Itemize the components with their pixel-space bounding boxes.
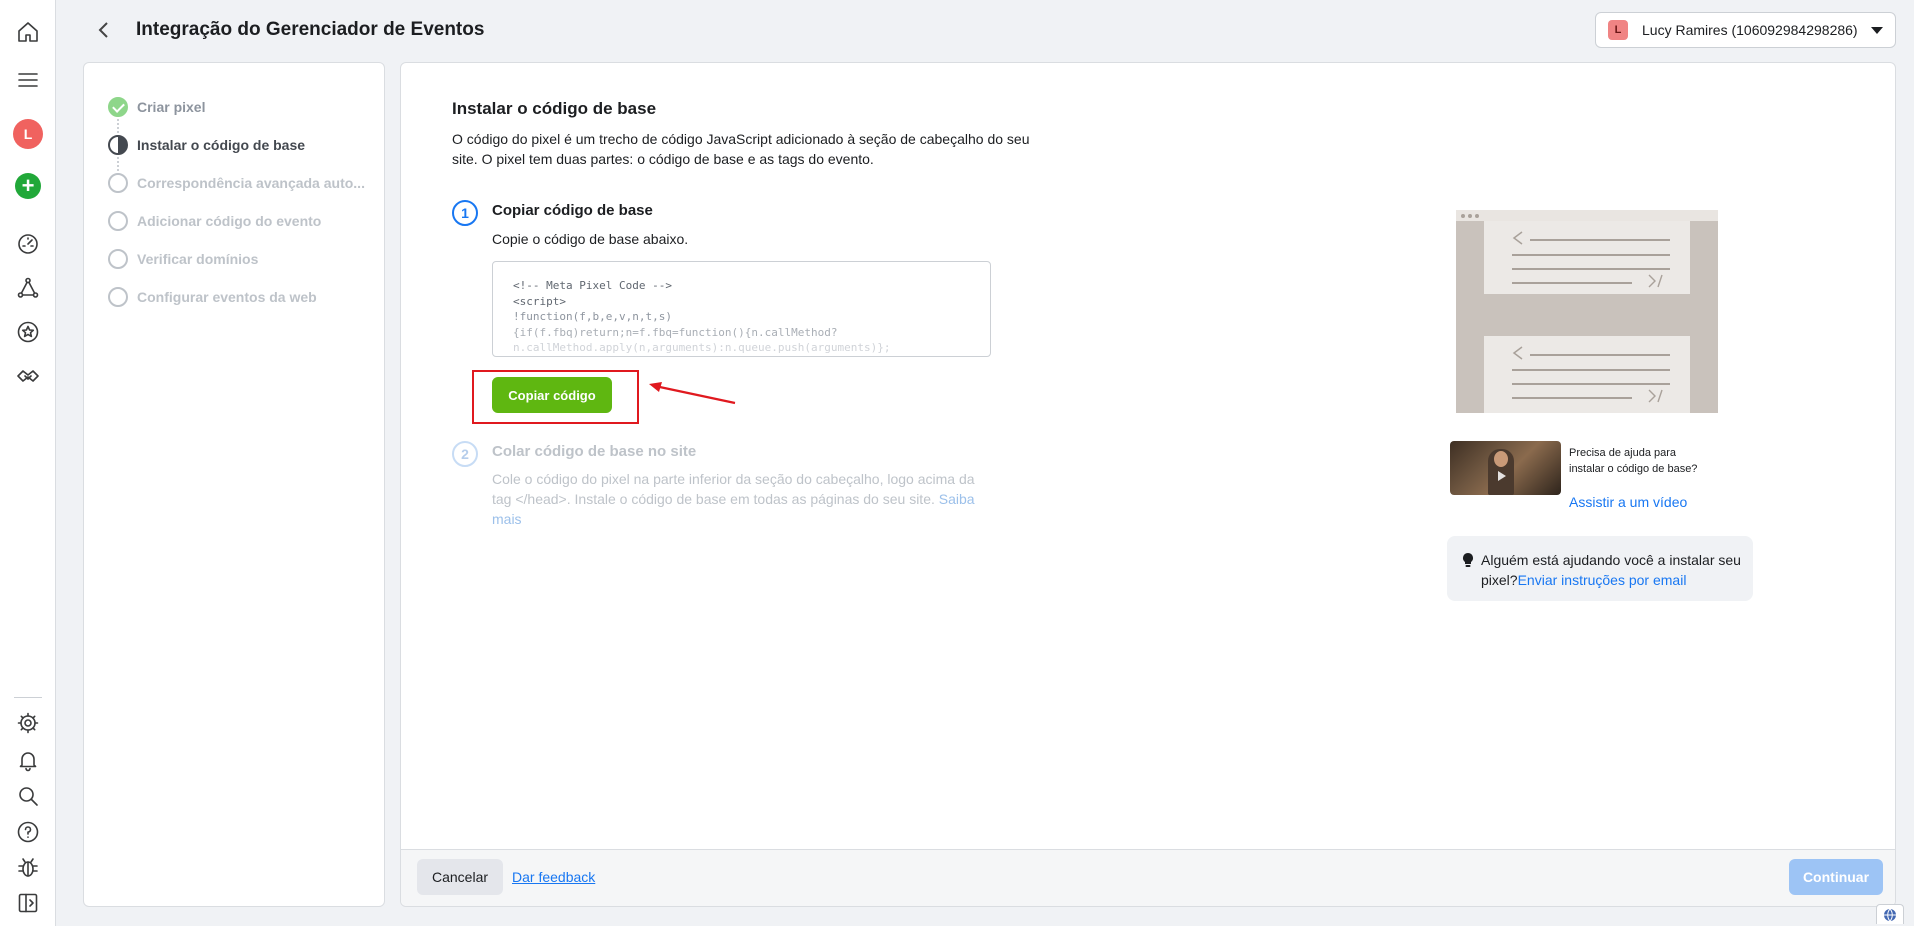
watch-video-link[interactable]: Assistir a um vídeo [1569, 494, 1687, 510]
rail-divider [14, 697, 42, 698]
copy-code-button[interactable]: Copiar código [492, 377, 612, 413]
step2-description-text: Cole o código do pixel na parte inferior… [492, 471, 975, 507]
play-icon [1498, 471, 1506, 481]
cancel-button[interactable]: Cancelar [417, 859, 503, 895]
network-icon[interactable] [10, 270, 46, 306]
chevron-left-icon [1512, 346, 1523, 360]
section-title: Instalar o código de base [452, 99, 657, 118]
chevron-left-icon [98, 22, 108, 38]
step-instalar-codigo[interactable]: Instalar o código de base [108, 135, 305, 155]
globe-icon [1884, 908, 1896, 922]
sidebar-toggle-icon[interactable] [10, 885, 46, 921]
code-line: {if(f.fbq)return;n=f.fbq=function(){n.ca… [513, 325, 838, 339]
step-connector [117, 119, 119, 133]
code-close-tag-icon [1648, 274, 1670, 288]
step1-subtitle: Copie o código de base abaixo. [492, 231, 689, 247]
empty-circle-icon [108, 249, 128, 269]
video-help-text: Precisa de ajuda para instalar o código … [1569, 447, 1698, 475]
code-line: <script> [513, 294, 566, 308]
step1-title: Copiar código de base [492, 202, 653, 219]
step-label: Instalar o código de base [137, 137, 306, 153]
step-label: Verificar domínios [137, 251, 259, 267]
main-panel: Instalar o código de base O código do pi… [400, 62, 1896, 907]
gear-icon[interactable] [10, 705, 46, 741]
handshake-icon[interactable] [10, 358, 46, 394]
feedback-link[interactable]: Dar feedback [512, 869, 595, 885]
account-avatar: L [1608, 20, 1628, 40]
avatar[interactable]: L [10, 116, 46, 152]
add-icon[interactable]: + [10, 168, 46, 204]
bell-icon[interactable] [10, 742, 46, 778]
help-icon[interactable] [10, 814, 46, 850]
left-nav-rail: L + [0, 0, 56, 926]
search-icon[interactable] [10, 778, 46, 814]
browser-bar [1456, 210, 1718, 221]
section-description: O código do pixel é um trecho de código … [452, 131, 1030, 167]
steps-panel: Criar pixel Instalar o código de base Co… [83, 62, 385, 907]
step-label: Correspondência avançada auto... [137, 175, 365, 191]
step-connector [117, 157, 119, 171]
code-close-tag-icon [1648, 389, 1663, 403]
send-instructions-link[interactable]: Enviar instruções por email [1518, 572, 1687, 588]
star-icon[interactable] [10, 314, 46, 350]
step-adicionar-evento[interactable]: Adicionar código do evento [108, 211, 321, 231]
step2-description: Cole o código do pixel na parte inferior… [492, 469, 992, 529]
account-name: Lucy Ramires (106092984298286) [1642, 22, 1858, 38]
code-line: !function(f,b,e,v,n,t,s) [513, 310, 672, 323]
lightbulb-icon [1463, 553, 1473, 567]
video-thumbnail[interactable] [1450, 441, 1561, 495]
back-button[interactable] [90, 16, 118, 44]
page-title: Integração do Gerenciador de Eventos [136, 19, 485, 40]
code-placement-illustration [1456, 210, 1718, 413]
code-line: <!-- Meta Pixel Code --> [513, 279, 672, 292]
help-text: Alguém está ajudando você a instalar seu… [1481, 550, 1741, 601]
base-code-box[interactable]: <!-- Meta Pixel Code --> <script> !functio… [492, 261, 991, 357]
chevron-left-icon [1512, 231, 1523, 245]
dashboard-icon[interactable] [10, 226, 46, 262]
empty-circle-icon [108, 173, 128, 193]
caret-down-icon [1871, 26, 1883, 34]
check-icon [108, 97, 128, 117]
continue-button[interactable]: Continuar [1789, 859, 1883, 895]
code-card-top [1484, 221, 1690, 294]
step-label: Adicionar código do evento [137, 213, 322, 229]
empty-circle-icon [108, 211, 128, 231]
step2-title: Colar código de base no site [492, 443, 697, 460]
footer-bar: Cancelar Dar feedback Continuar [401, 849, 1895, 906]
step-configurar-eventos[interactable]: Configurar eventos da web [108, 287, 317, 307]
empty-circle-icon [108, 287, 128, 307]
account-selector[interactable]: L Lucy Ramires (106092984298286) [1595, 12, 1896, 48]
page-header: Integração do Gerenciador de Eventos L L… [56, 0, 1914, 62]
code-card-bottom [1484, 336, 1690, 413]
annotation-arrow-icon [649, 382, 736, 405]
step-label: Configurar eventos da web [137, 289, 317, 305]
step-label: Criar pixel [137, 99, 206, 115]
step-number-1: 1 [452, 200, 478, 226]
step-criar-pixel[interactable]: Criar pixel [108, 97, 205, 117]
step-number-2: 2 [452, 441, 478, 467]
step-verificar-dominios[interactable]: Verificar domínios [108, 249, 258, 269]
code-line: n.callMethod.apply(n,arguments):n.queue.… [513, 341, 891, 354]
language-globe-button[interactable] [1876, 904, 1904, 924]
help-box: Alguém está ajudando você a instalar seu… [1447, 536, 1753, 601]
progress-half-icon [108, 135, 128, 155]
bug-icon[interactable] [10, 850, 46, 886]
menu-icon[interactable] [10, 62, 46, 98]
home-icon[interactable] [10, 14, 46, 50]
step-correspondencia[interactable]: Correspondência avançada auto... [108, 173, 365, 193]
